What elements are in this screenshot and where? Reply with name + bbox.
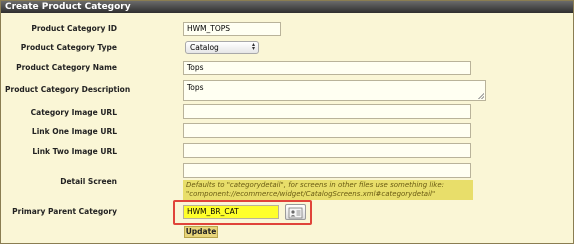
link-one-image-url-input[interactable]: [183, 123, 471, 138]
product-category-name-input[interactable]: Tops: [183, 61, 471, 75]
updown-arrows-icon: ▴ ▾: [251, 41, 255, 52]
label-primary-parent-category: Primary Parent Category: [12, 207, 117, 216]
product-category-description-textarea[interactable]: Tops: [183, 80, 486, 101]
label-product-category-id: Product Category ID: [31, 24, 117, 33]
label-link-two-image-url: Link Two Image URL: [32, 147, 117, 156]
product-category-type-select[interactable]: Catalog ▴ ▾: [185, 41, 259, 54]
label-link-one-image-url: Link One Image URL: [31, 127, 117, 136]
link-two-image-url-input[interactable]: [183, 143, 471, 158]
category-image-url-input[interactable]: [183, 104, 471, 119]
label-product-category-type: Product Category Type: [20, 43, 117, 52]
product-category-id-input[interactable]: HWM_TOPS: [183, 22, 281, 36]
detail-screen-input[interactable]: [183, 163, 471, 178]
product-category-type-value: Catalog: [190, 43, 219, 52]
resize-grip-icon[interactable]: [478, 93, 484, 99]
product-category-description-value: Tops: [187, 83, 204, 92]
label-product-category-description: Product Category Description: [5, 85, 131, 94]
update-button[interactable]: Update: [184, 226, 218, 238]
label-product-category-name: Product Category Name: [16, 63, 117, 72]
create-product-category-panel: Create Product Category Product Category…: [0, 0, 574, 244]
label-category-image-url: Category Image URL: [30, 108, 117, 117]
primary-parent-category-input[interactable]: HWM_BR_CAT: [183, 205, 279, 219]
detail-screen-hint: Defaults to "categorydetail", for screen…: [183, 180, 473, 200]
lookup-button[interactable]: [285, 204, 306, 220]
lookup-card-icon: [288, 207, 303, 219]
panel-title: Create Product Category: [1, 1, 573, 13]
label-detail-screen: Detail Screen: [60, 177, 117, 186]
